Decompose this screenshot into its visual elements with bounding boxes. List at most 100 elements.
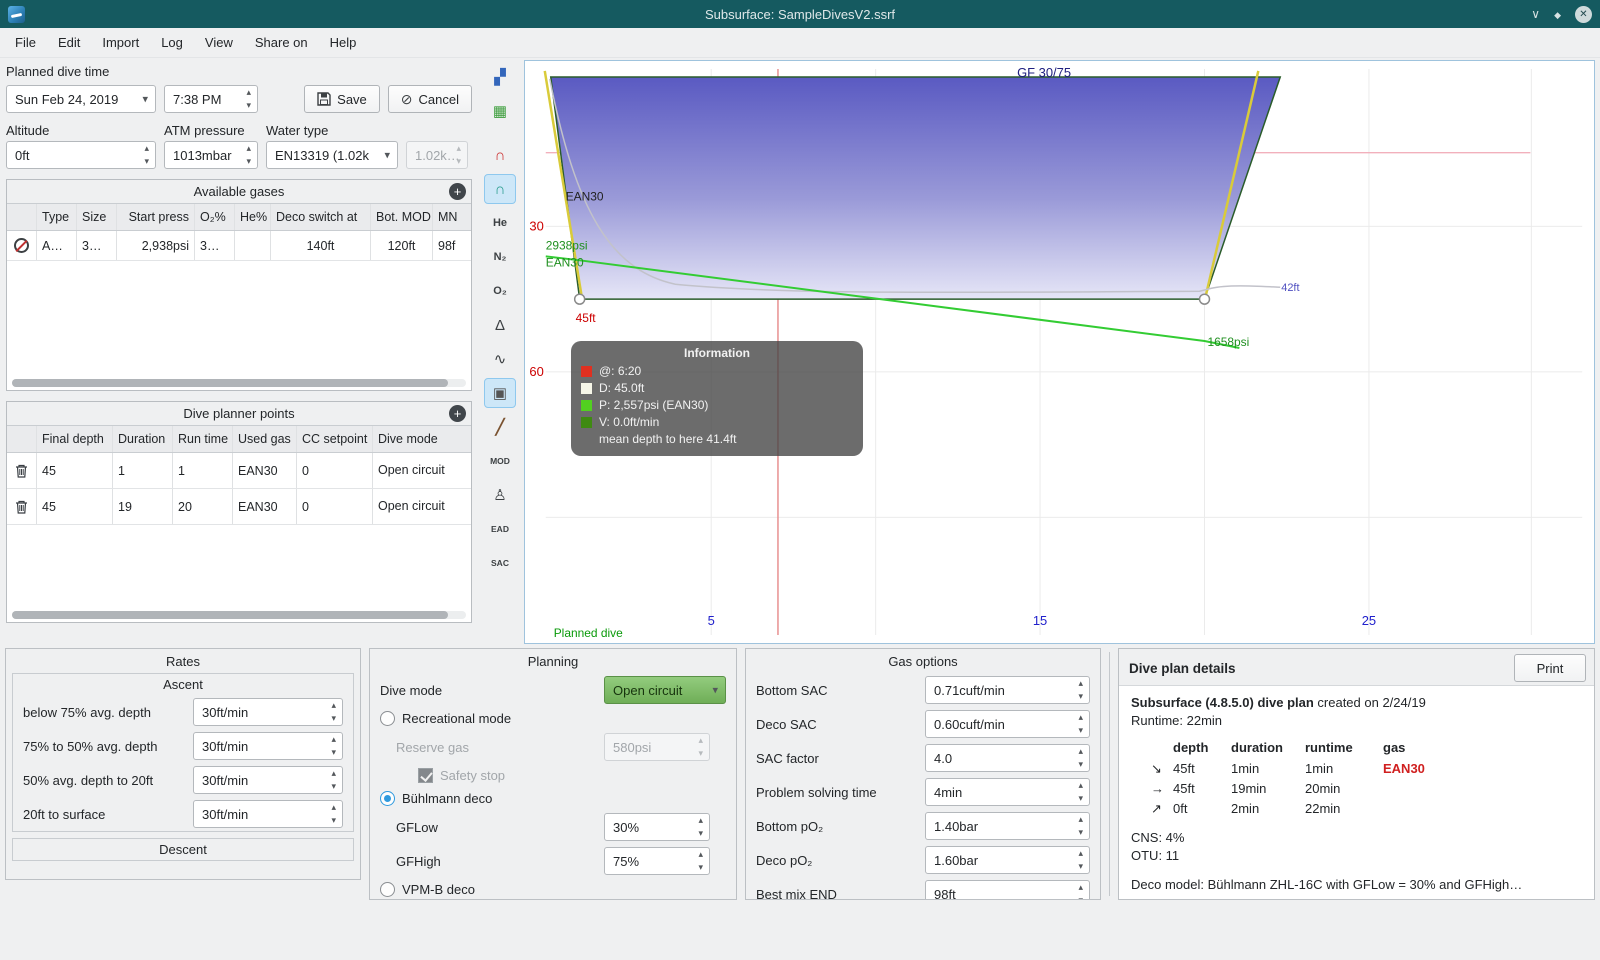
dc-ceiling-icon[interactable] [484,140,516,170]
gas-size-cell[interactable]: 3… [77,231,117,260]
dive-profile-chart[interactable]: GF 30/75 EAN30 2938psi EAN30 45ft 42ft 1… [524,60,1595,644]
gas-deco-switch-cell[interactable]: 140ft [271,231,371,260]
bottom-po2-spinner[interactable]: 1.40bar [925,812,1090,840]
points-col-depth[interactable]: Final depth [37,426,113,452]
points-horizontal-scrollbar[interactable] [12,611,466,619]
gas-bot-mod-cell[interactable]: 120ft [371,231,433,260]
gases-col-start-press[interactable]: Start press [117,204,195,230]
ascent-rate-75-spinner[interactable]: 30ft/min [193,698,343,726]
close-icon[interactable] [1575,5,1592,23]
sac-factor-value: 4.0 [934,750,953,766]
planner-point-handle[interactable] [573,293,586,305]
gas-type-cell[interactable]: A… [37,231,77,260]
gases-col-type[interactable]: Type [37,204,77,230]
grid-toggle-icon[interactable] [484,96,516,126]
mod-icon[interactable]: MOD [484,446,516,476]
menu-file[interactable]: File [4,29,47,56]
points-col-setpoint[interactable]: CC setpoint [297,426,373,452]
points-table-row[interactable]: 45 19 20 EAN30 0 Open circuit [7,489,471,525]
gas-start-press-cell[interactable]: 2,938psi [117,231,195,260]
scale-graph-icon[interactable] [484,62,516,92]
he-graph-icon[interactable]: He [484,208,516,238]
gases-col-deco-switch[interactable]: Deco switch at [271,204,371,230]
gas-he-cell[interactable] [235,231,271,260]
point-runtime-cell[interactable]: 20 [173,489,233,524]
bottom-sac-spinner[interactable]: 0.71cuft/min [925,676,1090,704]
ascent-rate-50-spinner[interactable]: 30ft/min [193,732,343,760]
gas-mnd-cell[interactable]: 98f [433,231,471,260]
menu-log[interactable]: Log [150,29,194,56]
maximize-icon[interactable] [1554,7,1561,21]
point-mode-cell[interactable]: Open circuit [373,489,471,524]
tissues-icon[interactable] [484,310,516,340]
atm-pressure-spinner[interactable]: 1013mbar [164,141,258,169]
gases-col-o2[interactable]: O₂% [195,204,235,230]
trash-icon[interactable] [15,500,28,514]
menu-import[interactable]: Import [91,29,150,56]
sac-factor-spinner[interactable]: 4.0 [925,744,1090,772]
water-type-combobox[interactable]: EN13319 (1.02k [266,141,398,169]
add-point-button[interactable] [449,405,466,422]
gases-horizontal-scrollbar[interactable] [12,379,466,387]
vpmb-deco-radio[interactable] [380,882,395,897]
buhlmann-deco-radio[interactable] [380,791,395,806]
ascent-rate-20ft-spinner[interactable]: 30ft/min [193,766,343,794]
add-gas-button[interactable] [449,183,466,200]
cancel-button[interactable]: Cancel [387,85,472,113]
gases-col-he[interactable]: He% [235,204,271,230]
points-col-runtime[interactable]: Run time [173,426,233,452]
deco-po2-spinner[interactable]: 1.60bar [925,846,1090,874]
print-button[interactable]: Print [1514,654,1586,682]
gfhigh-spinner[interactable]: 75% [604,847,710,875]
save-button[interactable]: Save [304,85,380,113]
point-duration-cell[interactable]: 1 [113,453,173,488]
gas-o2-cell[interactable]: 3… [195,231,235,260]
o2-graph-icon[interactable]: O₂ [484,276,516,306]
safety-stop-checkbox[interactable] [418,768,433,783]
ruler-icon[interactable] [484,412,516,442]
gases-col-bot-mod[interactable]: Bot. MOD [371,204,433,230]
point-gas-cell[interactable]: EAN30 [233,489,297,524]
points-col-gas[interactable]: Used gas [233,426,297,452]
photos-icon[interactable] [484,378,516,408]
altitude-spinner[interactable]: 0ft [6,141,156,169]
dive-time-spinner[interactable]: 7:38 PM [164,85,258,113]
menu-help[interactable]: Help [319,29,368,56]
gases-table-row[interactable]: A… 3… 2,938psi 3… 140ft 120ft 98f [7,231,471,261]
menu-share-on[interactable]: Share on [244,29,319,56]
gfhigh-value: 75% [613,853,640,869]
sac-icon[interactable]: SAC [484,548,516,578]
point-runtime-cell[interactable]: 1 [173,453,233,488]
dive-mode-combobox[interactable]: Open circuit [604,676,726,704]
point-depth-cell[interactable]: 45 [37,453,113,488]
points-col-mode[interactable]: Dive mode [373,426,471,452]
point-duration-cell[interactable]: 19 [113,489,173,524]
point-mode-cell[interactable]: Open circuit [373,453,471,488]
point-depth-cell[interactable]: 45 [37,489,113,524]
best-mix-end-spinner[interactable]: 98ft [925,880,1090,899]
ascent-rate-surface-spinner[interactable]: 30ft/min [193,800,343,828]
planner-point-handle[interactable] [1198,293,1211,305]
menu-edit[interactable]: Edit [47,29,91,56]
recreational-mode-radio[interactable] [380,711,395,726]
gases-col-size[interactable]: Size [77,204,117,230]
ead-icon[interactable]: EAD [484,514,516,544]
heart-rate-icon[interactable] [484,344,516,374]
point-setpoint-cell[interactable]: 0 [297,453,373,488]
gflow-spinner[interactable]: 30% [604,813,710,841]
problem-solving-time-spinner[interactable]: 4min [925,778,1090,806]
n2-graph-icon[interactable]: N₂ [484,242,516,272]
calculated-ceiling-icon[interactable] [484,174,516,204]
deco-sac-spinner[interactable]: 0.60cuft/min [925,710,1090,738]
gases-col-mnd[interactable]: MN [433,204,471,230]
ndl-tts-icon[interactable] [484,480,516,510]
cylinder-disabled-icon[interactable] [14,238,29,253]
points-col-duration[interactable]: Duration [113,426,173,452]
menu-view[interactable]: View [194,29,244,56]
dive-date-combobox[interactable]: Sun Feb 24, 2019 [6,85,156,113]
points-table-row[interactable]: 45 1 1 EAN30 0 Open circuit [7,453,471,489]
minimize-icon[interactable] [1531,7,1540,21]
trash-icon[interactable] [15,464,28,478]
point-gas-cell[interactable]: EAN30 [233,453,297,488]
point-setpoint-cell[interactable]: 0 [297,489,373,524]
